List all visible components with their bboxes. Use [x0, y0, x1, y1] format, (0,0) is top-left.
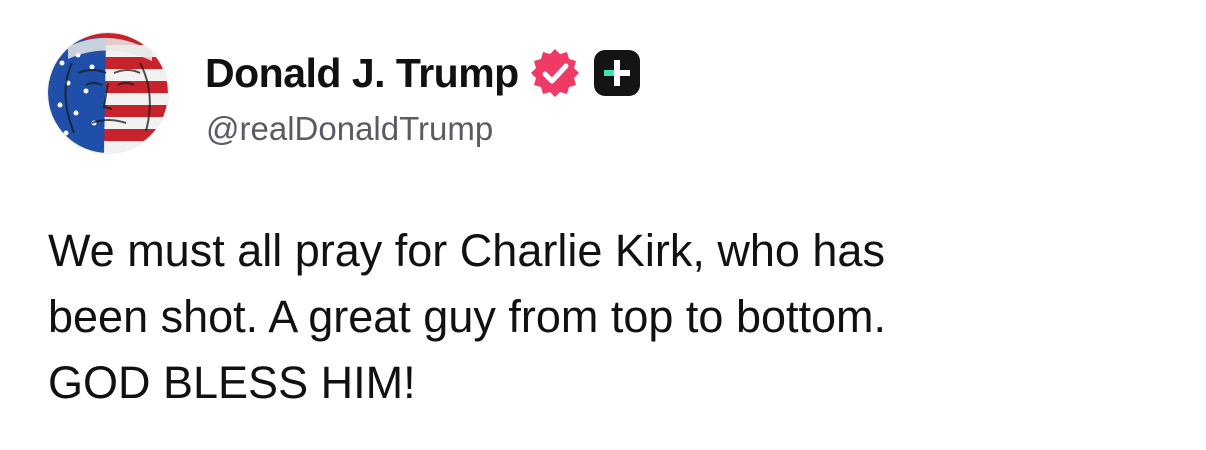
post-body-line: GOD BLESS HIM! — [48, 357, 416, 408]
author-handle[interactable]: @realDonaldTrump — [206, 110, 493, 148]
plus-badge-icon — [593, 49, 641, 97]
post-body-line: been shot. A great guy from top to botto… — [48, 291, 887, 342]
profile-avatar[interactable] — [48, 33, 168, 153]
post-body-line: We must all pray for Charlie Kirk, who h… — [48, 225, 885, 276]
author-row: Donald J. Trump — [205, 47, 641, 99]
post-card: Donald J. Trump @realDonaldTrump We must… — [0, 0, 1206, 450]
author-display-name[interactable]: Donald J. Trump — [205, 50, 519, 97]
post-body: We must all pray for Charlie Kirk, who h… — [48, 218, 1168, 416]
verified-check-icon — [529, 47, 581, 99]
avatar-image — [48, 33, 168, 153]
